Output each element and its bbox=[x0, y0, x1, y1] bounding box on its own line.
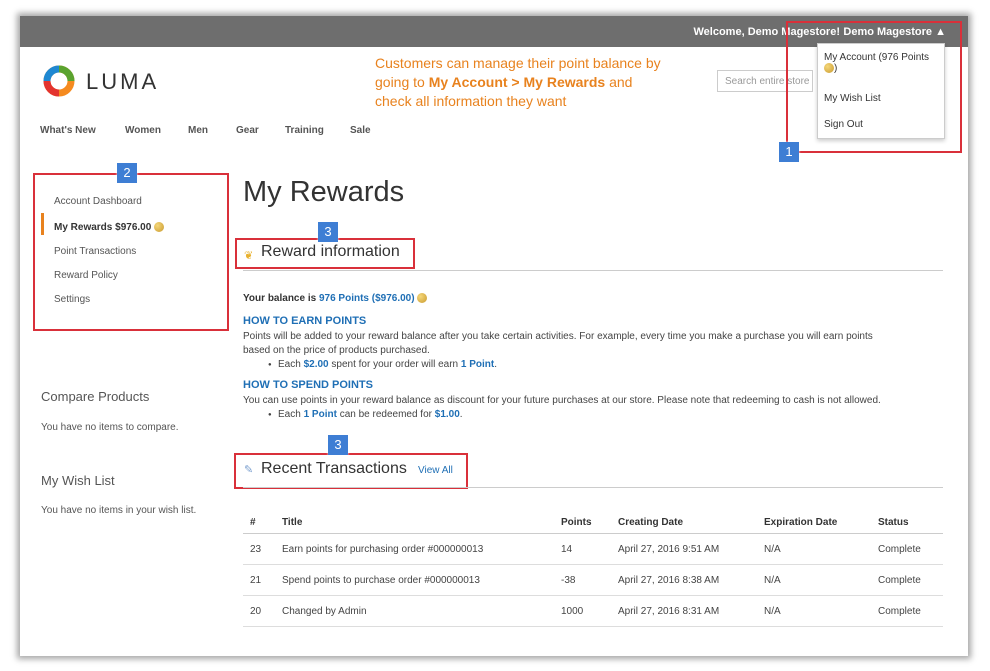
earn-points-heading: HOW TO EARN POINTS bbox=[243, 315, 367, 327]
cell-points: -38 bbox=[554, 564, 611, 596]
sidebar-item-reward-policy[interactable]: Reward Policy bbox=[54, 270, 118, 281]
spend-points-heading: HOW TO SPEND POINTS bbox=[243, 379, 373, 391]
spend-points-text: You can use points in your reward balanc… bbox=[243, 395, 881, 406]
reward-info-divider bbox=[243, 270, 943, 271]
earn-points-text-1: Points will be added to your reward bala… bbox=[243, 331, 873, 342]
cell-expiration-date: N/A bbox=[757, 564, 871, 596]
coin-icon bbox=[154, 222, 165, 233]
cell-status: Complete bbox=[871, 595, 943, 627]
earn-bullet-amount: $2.00 bbox=[303, 359, 329, 370]
reward-info-title: Reward information bbox=[261, 243, 400, 260]
cell-number: 20 bbox=[243, 595, 275, 627]
table-row: 23 Earn points for purchasing order #000… bbox=[243, 533, 943, 565]
spend-bullet-points: 1 Point bbox=[303, 409, 337, 420]
cell-title: Changed by Admin bbox=[275, 595, 554, 627]
callout-line-2-pre: going to bbox=[375, 74, 429, 90]
callout-line-2-post: and bbox=[605, 74, 633, 90]
balance-label: Your balance is bbox=[243, 293, 319, 304]
cell-title: Spend points to purchase order #00000001… bbox=[275, 564, 554, 596]
cell-status: Complete bbox=[871, 533, 943, 565]
nav-gear[interactable]: Gear bbox=[236, 125, 259, 136]
highlight-box-account bbox=[786, 21, 962, 153]
wish-list-text: You have no items in your wish list. bbox=[41, 505, 197, 516]
table-row: 21 Spend points to purchase order #00000… bbox=[243, 564, 943, 596]
cell-title: Earn points for purchasing order #000000… bbox=[275, 533, 554, 565]
compare-products-text: You have no items to compare. bbox=[41, 422, 179, 433]
cell-number: 23 bbox=[243, 533, 275, 565]
wish-list-title: My Wish List bbox=[41, 473, 115, 488]
cell-expiration-date: N/A bbox=[757, 533, 871, 565]
cell-creating-date: April 27, 2016 8:38 AM bbox=[611, 564, 757, 596]
callout-badge-3a: 3 bbox=[318, 222, 338, 242]
recent-transactions-title: Recent Transactions bbox=[261, 460, 407, 477]
col-header-points: Points bbox=[554, 511, 611, 534]
col-header-expiration-date: Expiration Date bbox=[757, 511, 871, 534]
spend-bullet-amount: $1.00 bbox=[434, 409, 460, 420]
callout-note: Customers can manage their point balance… bbox=[375, 54, 695, 111]
balance-value: 976 Points ($976.00) bbox=[318, 293, 415, 304]
sidebar-item-settings[interactable]: Settings bbox=[54, 294, 90, 305]
view-all-link[interactable]: View All bbox=[418, 465, 453, 476]
callout-line-2-bold: My Account > My Rewards bbox=[428, 74, 606, 90]
spend-bullet-mid: can be redeemed for bbox=[336, 409, 435, 420]
callout-badge-1: 1 bbox=[779, 142, 799, 162]
sidebar-item-point-transactions[interactable]: Point Transactions bbox=[54, 246, 136, 257]
col-header-number: # bbox=[243, 511, 275, 534]
coin-icon bbox=[417, 293, 428, 304]
callout-line-3: check all information they want bbox=[375, 93, 567, 109]
balance-line: Your balance is 976 Points ($976.00) bbox=[243, 293, 428, 304]
cell-points: 14 bbox=[554, 533, 611, 565]
earn-bullet-post: . bbox=[494, 359, 498, 370]
sidebar-item-my-rewards[interactable]: My Rewards $976.00 bbox=[54, 222, 165, 233]
spend-points-bullet: Each 1 Point can be redeemed for $1.00. bbox=[268, 409, 463, 420]
transactions-table: # Title Points Creating Date Expiration … bbox=[243, 511, 943, 627]
cell-creating-date: April 27, 2016 9:51 AM bbox=[611, 533, 757, 565]
reward-icon: ❦ bbox=[244, 250, 254, 262]
nav-men[interactable]: Men bbox=[188, 125, 208, 136]
sidebar-item-account-dashboard[interactable]: Account Dashboard bbox=[54, 196, 142, 207]
earn-points-text-2: based on the price of products purchased… bbox=[243, 345, 430, 356]
cell-points: 1000 bbox=[554, 595, 611, 627]
callout-badge-3b: 3 bbox=[328, 435, 348, 455]
earn-points-bullet: Each $2.00 spent for your order will ear… bbox=[268, 359, 498, 370]
earn-bullet-points: 1 Point bbox=[460, 359, 495, 370]
page-title: My Rewards bbox=[243, 176, 405, 208]
nav-sale[interactable]: Sale bbox=[350, 125, 371, 136]
table-row: 20 Changed by Admin 1000 April 27, 2016 … bbox=[243, 595, 943, 627]
cell-number: 21 bbox=[243, 564, 275, 596]
my-rewards-label: My Rewards $976.00 bbox=[54, 222, 152, 233]
compare-products-title: Compare Products bbox=[41, 389, 150, 404]
spend-bullet-post: . bbox=[459, 409, 463, 420]
nav-whats-new[interactable]: What's New bbox=[40, 125, 96, 136]
tag-icon: ✎ bbox=[244, 464, 254, 476]
sidebar-active-indicator bbox=[41, 213, 44, 235]
nav-women[interactable]: Women bbox=[125, 125, 161, 136]
callout-badge-2: 2 bbox=[117, 163, 137, 183]
col-header-title: Title bbox=[275, 511, 554, 534]
spend-bullet-pre: Each bbox=[278, 409, 304, 420]
page-frame: Welcome, Demo Magestore! Demo Magestore … bbox=[20, 16, 968, 656]
callout-line-1: Customers can manage their point balance… bbox=[375, 55, 661, 71]
col-header-creating-date: Creating Date bbox=[611, 511, 757, 534]
nav-training[interactable]: Training bbox=[285, 125, 324, 136]
cell-creating-date: April 27, 2016 8:31 AM bbox=[611, 595, 757, 627]
earn-bullet-pre: Each bbox=[278, 359, 304, 370]
logo-text: LUMA bbox=[86, 69, 160, 94]
table-header-row: # Title Points Creating Date Expiration … bbox=[243, 511, 943, 534]
cell-expiration-date: N/A bbox=[757, 595, 871, 627]
earn-bullet-mid: spent for your order will earn bbox=[328, 359, 461, 370]
cell-status: Complete bbox=[871, 564, 943, 596]
luma-logo-icon bbox=[43, 65, 75, 97]
col-header-status: Status bbox=[871, 511, 943, 534]
recent-transactions-divider bbox=[243, 487, 943, 488]
